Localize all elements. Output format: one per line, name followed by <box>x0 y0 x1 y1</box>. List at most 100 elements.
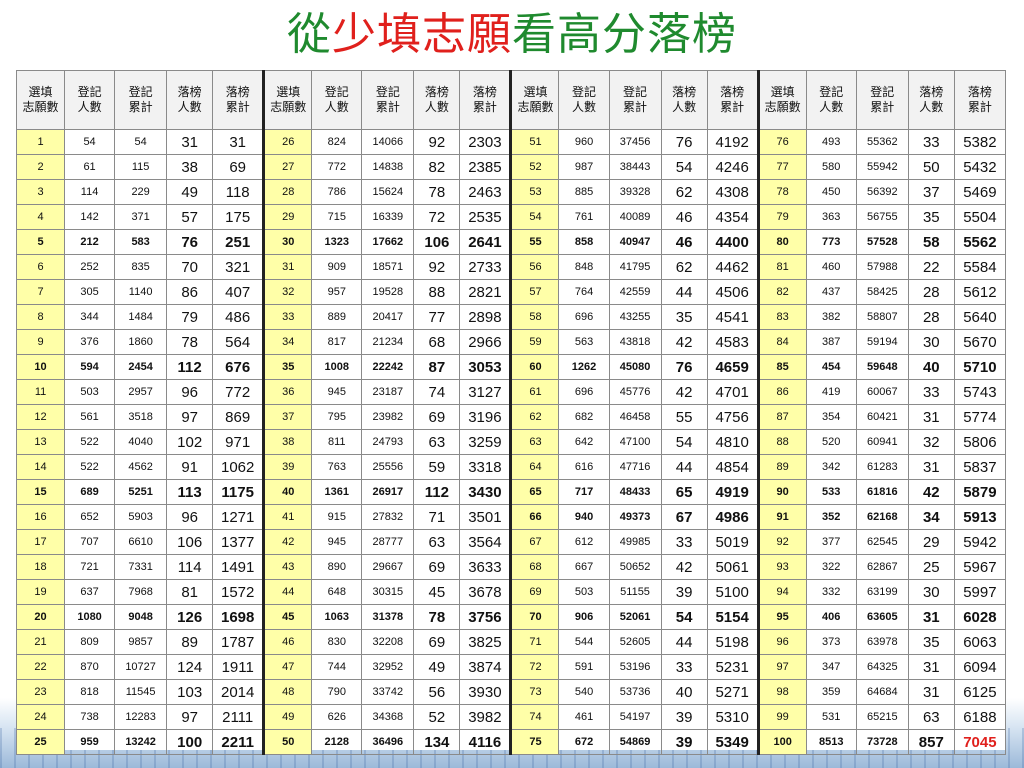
cell-failed-cumulative: 1175 <box>212 479 265 505</box>
cell-choices: 58 <box>509 304 560 330</box>
cell-failed: 54 <box>660 429 708 455</box>
cell-failed-cumulative: 321 <box>212 254 265 280</box>
cell-registered: 824 <box>311 129 363 155</box>
cell-choices: 100 <box>756 729 807 755</box>
cell-failed: 31 <box>166 129 214 155</box>
cell-registered: 352 <box>805 504 857 530</box>
cell-choices: 73 <box>509 679 560 705</box>
cell-registered-cumulative: 28777 <box>361 529 415 555</box>
header-choices: 選填 志願數 <box>262 70 313 130</box>
cell-failed-cumulative: 5640 <box>953 304 1007 330</box>
cell-registered-cumulative: 45080 <box>608 354 662 380</box>
cell-registered-cumulative: 39328 <box>608 179 662 205</box>
cell-choices: 19 <box>15 579 66 605</box>
cell-failed: 31 <box>907 679 955 705</box>
table-row: 9 376 1860 78 564 34 817 21234 68 2966 59 563 43818 4… <box>15 329 1007 355</box>
cell-choices: 24 <box>15 704 66 730</box>
cell-registered-cumulative: 53736 <box>608 679 662 705</box>
cell-failed-cumulative: 4541 <box>706 304 759 330</box>
cell-choices: 64 <box>509 454 560 480</box>
cell-failed: 62 <box>660 179 708 205</box>
cell-failed: 91 <box>166 454 214 480</box>
cell-choices: 56 <box>509 254 560 280</box>
cell-failed-cumulative: 1271 <box>212 504 265 530</box>
cell-registered: 450 <box>805 179 857 205</box>
cell-failed: 25 <box>907 554 955 580</box>
cell-registered-cumulative: 63978 <box>855 629 909 655</box>
cell-failed: 112 <box>413 479 461 505</box>
cell-choices: 29 <box>262 204 313 230</box>
cell-registered: 764 <box>558 279 610 305</box>
table-row: 4 142 371 57 175 29 715 16339 72 2535 54 761 40089 46… <box>15 204 1007 230</box>
cell-failed: 76 <box>660 354 708 380</box>
cell-registered-cumulative: 64325 <box>855 654 909 680</box>
cell-registered: 387 <box>805 329 857 355</box>
cell-registered: 715 <box>311 204 363 230</box>
table-row: 8 344 1484 79 486 33 889 20417 77 2898 58 696 43255 3… <box>15 304 1007 330</box>
cell-registered-cumulative: 38443 <box>608 154 662 180</box>
cell-registered-cumulative: 17662 <box>361 229 415 255</box>
cell-choices: 22 <box>15 654 66 680</box>
cell-registered: 533 <box>805 479 857 505</box>
cell-choices: 80 <box>756 229 807 255</box>
cell-registered: 616 <box>558 454 610 480</box>
table-row: 10 594 2454 112 676 35 1008 22242 87 3053 60 1262 45… <box>15 354 1007 380</box>
cell-choices: 17 <box>15 529 66 555</box>
cell-registered-cumulative: 30315 <box>361 579 415 605</box>
cell-registered-cumulative: 1860 <box>114 329 168 355</box>
cell-failed: 31 <box>907 454 955 480</box>
cell-failed-cumulative: 4506 <box>706 279 759 305</box>
cell-registered: 960 <box>558 129 610 155</box>
cell-failed: 70 <box>166 254 214 280</box>
cell-failed-cumulative: 4756 <box>706 404 759 430</box>
cell-choices: 42 <box>262 529 313 555</box>
cell-choices: 11 <box>15 379 66 405</box>
cell-choices: 88 <box>756 429 807 455</box>
cell-choices: 1 <box>15 129 66 155</box>
cell-choices: 8 <box>15 304 66 330</box>
cell-failed-cumulative: 6094 <box>953 654 1007 680</box>
cell-failed: 42 <box>660 329 708 355</box>
header-registered: 登記 人數 <box>558 70 610 130</box>
cell-failed-cumulative: 4246 <box>706 154 759 180</box>
cell-choices: 70 <box>509 604 560 630</box>
cell-registered-cumulative: 3518 <box>114 404 168 430</box>
cell-failed: 42 <box>907 479 955 505</box>
header-registered-cumulative: 登記 累計 <box>855 70 909 130</box>
header-failed-cumulative: 落榜 累計 <box>706 70 759 130</box>
cell-choices: 98 <box>756 679 807 705</box>
cell-choices: 85 <box>756 354 807 380</box>
cell-registered: 461 <box>558 704 610 730</box>
cell-registered: 377 <box>805 529 857 555</box>
cell-failed-cumulative: 5997 <box>953 579 1007 605</box>
cell-registered-cumulative: 1484 <box>114 304 168 330</box>
table-row: 25 959 13242 100 2211 50 2128 36496 134 4116 75 672… <box>15 729 1007 755</box>
cell-failed: 32 <box>907 429 955 455</box>
cell-failed-cumulative: 69 <box>212 154 265 180</box>
cell-failed: 857 <box>907 729 955 755</box>
cell-registered-cumulative: 371 <box>114 204 168 230</box>
cell-failed-cumulative: 7045 <box>953 729 1007 755</box>
header-registered: 登記 人數 <box>311 70 363 130</box>
cell-failed: 31 <box>907 654 955 680</box>
cell-failed: 81 <box>166 579 214 605</box>
cell-registered-cumulative: 42559 <box>608 279 662 305</box>
table-row: 6 252 835 70 321 31 909 18571 92 2733 56 848 41795 62… <box>15 254 1007 280</box>
cell-failed: 39 <box>660 704 708 730</box>
cell-registered: 382 <box>805 304 857 330</box>
cell-failed: 96 <box>166 504 214 530</box>
cell-failed: 134 <box>413 729 461 755</box>
cell-failed-cumulative: 1787 <box>212 629 265 655</box>
cell-choices: 13 <box>15 429 66 455</box>
cell-failed: 78 <box>166 329 214 355</box>
cell-registered-cumulative: 4040 <box>114 429 168 455</box>
results-table-container: 選填 志願數 登記 人數 登記 累計 落榜 人數 落榜 累計 選填 志願數 登記 人數 登記 累計 落榜 人數 落榜… <box>15 70 1007 755</box>
cell-failed: 55 <box>660 404 708 430</box>
cell-failed-cumulative: 2385 <box>459 154 512 180</box>
cell-failed-cumulative: 5310 <box>706 704 759 730</box>
cell-failed: 87 <box>413 354 461 380</box>
cell-registered: 889 <box>311 304 363 330</box>
cell-choices: 39 <box>262 454 313 480</box>
cell-failed-cumulative: 4116 <box>459 729 512 755</box>
header-registered: 登記 人數 <box>805 70 857 130</box>
